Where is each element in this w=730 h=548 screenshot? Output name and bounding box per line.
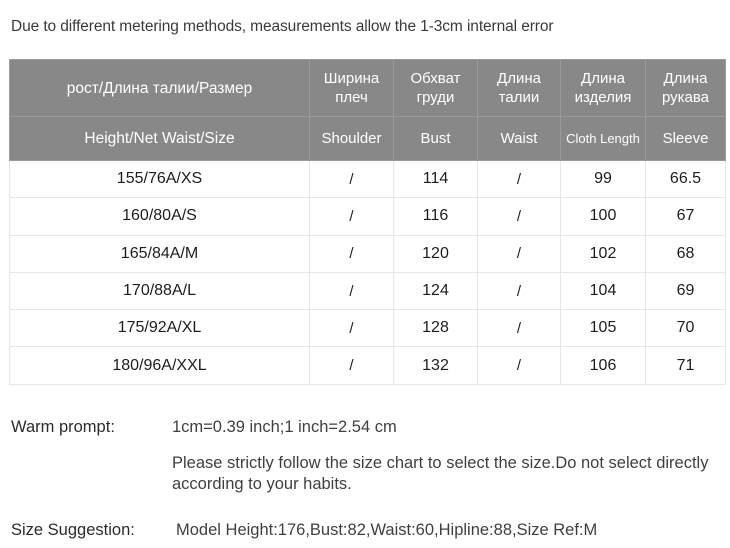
table-row: 160/80A/S / 116 / 100 67 (9, 197, 726, 236)
warm-prompt-row: Warm prompt: 1cm=0.39 inch;1 inch=2.54 c… (0, 415, 730, 495)
cell-size: 175/92A/XL (9, 309, 310, 348)
header-row-english: Height/Net Waist/Size Shoulder Bust Wais… (9, 116, 726, 161)
cell-bust: 116 (393, 197, 478, 236)
cell-sleeve: 68 (645, 234, 726, 273)
footer-notes: Warm prompt: 1cm=0.39 inch;1 inch=2.54 c… (0, 415, 730, 542)
table-row: 180/96A/XXL / 132 / 106 71 (9, 346, 726, 385)
header-en-cloth-length-text: Cloth Length (566, 131, 640, 146)
cell-waist: / (477, 346, 561, 385)
cell-sleeve: 69 (645, 271, 726, 311)
warm-prompt-note: Please strictly follow the size chart to… (172, 454, 709, 493)
table-row: 155/76A/XS / 114 / 99 66.5 (9, 159, 726, 199)
header-ru-cloth-length: Длина изделия (560, 59, 646, 117)
cell-waist: / (477, 309, 561, 348)
cell-size: 155/76A/XS (9, 159, 310, 199)
warm-prompt-conversion: 1cm=0.39 inch;1 inch=2.54 cm (172, 418, 397, 436)
header-ru-size: рост/Длина талии/Размер (9, 59, 310, 117)
header-en-waist: Waist (477, 116, 561, 161)
cell-bust: 120 (393, 234, 478, 273)
cell-bust: 132 (393, 346, 478, 385)
cell-shoulder: / (309, 159, 394, 199)
cell-sleeve: 70 (645, 309, 726, 348)
cell-waist: / (477, 159, 561, 199)
header-en-bust: Bust (393, 116, 478, 161)
size-suggestion-label: Size Suggestion: (11, 521, 135, 539)
header-ru-waist: Длина талии (477, 59, 561, 117)
cell-cloth-length: 102 (560, 234, 646, 273)
cell-bust: 114 (393, 159, 478, 199)
cell-bust: 124 (393, 271, 478, 311)
cell-size: 160/80A/S (9, 197, 310, 236)
cell-cloth-length: 100 (560, 197, 646, 236)
cell-cloth-length: 105 (560, 309, 646, 348)
table-row: 175/92A/XL / 128 / 105 70 (9, 309, 726, 348)
header-en-size: Height/Net Waist/Size (9, 116, 310, 161)
cell-sleeve: 71 (645, 346, 726, 385)
header-ru-sleeve: Длина рукава (645, 59, 726, 117)
size-suggestion-value: Model Height:176,Bust:82,Waist:60,Hiplin… (176, 521, 598, 539)
header-row-russian: рост/Длина талии/Размер Ширина плеч Обхв… (9, 59, 726, 117)
cell-cloth-length: 106 (560, 346, 646, 385)
header-ru-shoulder: Ширина плеч (309, 59, 394, 117)
cell-shoulder: / (309, 309, 394, 348)
cell-sleeve: 67 (645, 197, 726, 236)
cell-shoulder: / (309, 271, 394, 311)
measurement-disclaimer: Due to different metering methods, measu… (11, 18, 554, 35)
header-en-cloth-length: Cloth Length (560, 116, 646, 161)
table-row: 170/88A/L / 124 / 104 69 (9, 271, 726, 311)
cell-bust: 128 (393, 309, 478, 348)
cell-size: 170/88A/L (9, 271, 310, 311)
size-chart-table: рост/Длина талии/Размер Ширина плеч Обхв… (9, 59, 726, 385)
cell-waist: / (477, 197, 561, 236)
header-en-sleeve: Sleeve (645, 116, 726, 161)
cell-size: 180/96A/XXL (9, 346, 310, 385)
warm-prompt-label: Warm prompt: (11, 418, 115, 436)
size-suggestion-row: Size Suggestion: Model Height:176,Bust:8… (0, 518, 730, 542)
cell-cloth-length: 99 (560, 159, 646, 199)
cell-size: 165/84A/M (9, 234, 310, 273)
cell-sleeve: 66.5 (645, 159, 726, 199)
cell-shoulder: / (309, 234, 394, 273)
header-ru-bust: Обхват груди (393, 59, 478, 117)
cell-cloth-length: 104 (560, 271, 646, 311)
cell-waist: / (477, 234, 561, 273)
table-body: 155/76A/XS / 114 / 99 66.5 160/80A/S / 1… (9, 159, 726, 385)
cell-shoulder: / (309, 197, 394, 236)
warm-prompt-content: 1cm=0.39 inch;1 inch=2.54 cm Please stri… (172, 415, 720, 495)
table-row: 165/84A/M / 120 / 102 68 (9, 234, 726, 273)
cell-waist: / (477, 271, 561, 311)
cell-shoulder: / (309, 346, 394, 385)
header-en-shoulder: Shoulder (309, 116, 394, 161)
table-header: рост/Длина талии/Размер Ширина плеч Обхв… (9, 59, 726, 161)
